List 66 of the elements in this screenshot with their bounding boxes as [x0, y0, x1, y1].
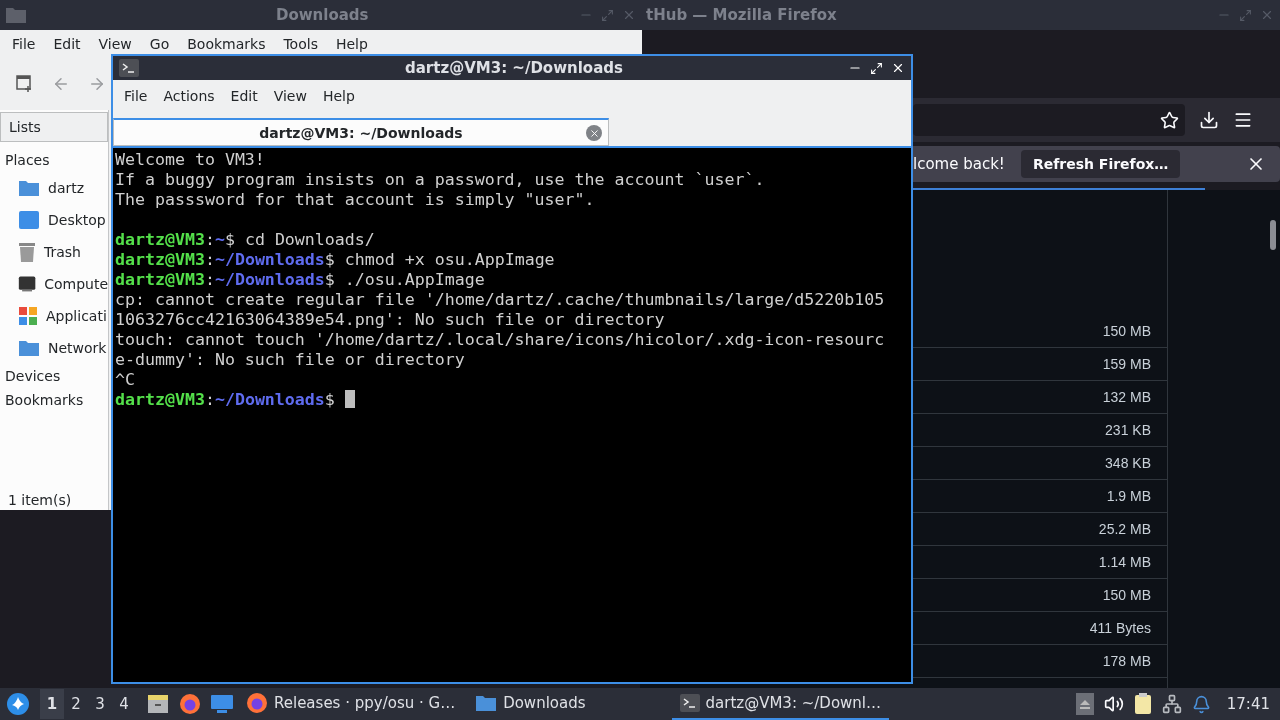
terminal-tab[interactable]: dartz@VM3: ~/Downloads — [113, 118, 609, 146]
menu-item[interactable]: Help — [314, 88, 363, 104]
task-button[interactable]: Releases · ppy/osu · G… — [238, 688, 464, 720]
file-size: 1.9 MB — [1106, 488, 1151, 504]
place-label: dartz — [48, 180, 85, 196]
workspace-button[interactable]: 1 — [40, 689, 64, 719]
window-title: Downloads — [276, 6, 369, 24]
lists-tab[interactable]: Lists — [0, 112, 108, 142]
place-label: Compute — [44, 276, 108, 292]
menu-item[interactable]: Actions — [155, 88, 223, 104]
workspace-button[interactable]: 3 — [88, 689, 112, 719]
menu-item[interactable]: File — [3, 36, 45, 52]
clock[interactable]: 17:41 — [1226, 695, 1270, 713]
section-label[interactable]: Bookmarks — [0, 388, 108, 412]
window-title: dartz@VM3: ~/Downloads — [405, 59, 623, 77]
place-item[interactable]: Network — [0, 332, 108, 364]
notification-message: lcome back! — [913, 155, 1005, 173]
menu-item[interactable]: Edit — [44, 36, 90, 52]
menu-item[interactable]: Tools — [274, 36, 327, 52]
file-size: 150 MB — [1102, 587, 1151, 603]
place-label: Applicati — [46, 308, 107, 324]
menu-item[interactable]: File — [116, 88, 156, 104]
place-item[interactable]: Trash — [0, 236, 108, 268]
terminal-output: ^C — [115, 370, 136, 390]
file-size: 25.2 MB — [1098, 521, 1151, 537]
section-label[interactable]: Devices — [0, 364, 108, 388]
task-button[interactable]: Downloads — [467, 688, 594, 720]
command-line: dartz@VM3:~/Downloads$ — [115, 390, 335, 409]
command-line: dartz@VM3:~$ cd Downloads/ — [115, 230, 375, 249]
file-size: 159 MB — [1102, 356, 1151, 372]
menu-item[interactable]: Bookmarks — [178, 36, 275, 52]
section-label: Places — [4, 151, 51, 170]
terminal-output: The passsword for that account is simply "user". — [115, 190, 596, 210]
terminal-output: touch: cannot touch '/home/dartz/.local/share/icons/hicolor/.xdg-icon-resourc — [115, 330, 886, 350]
place-item[interactable]: Applicati — [0, 300, 108, 332]
command-line: dartz@VM3:~/Downloads$ ./osu.AppImage — [115, 270, 485, 289]
file-size: 150 MB — [1102, 323, 1151, 339]
workspace-button[interactable]: 4 — [112, 689, 136, 719]
place-label: Network — [48, 340, 107, 356]
file-size: 348 KB — [1105, 455, 1151, 471]
refresh-button[interactable]: Refresh Firefox… — [1020, 150, 1181, 178]
place-label: Desktop — [48, 212, 106, 228]
command-line: dartz@VM3:~/Downloads$ chmod +x osu.AppImage — [115, 250, 555, 269]
terminal-output: 1063276cc42163064389e54.png': No such file or directory — [115, 310, 666, 330]
menu-item[interactable]: Go — [140, 36, 179, 52]
file-size: 1.14 MB — [1098, 554, 1151, 570]
menu-item[interactable]: Edit — [222, 88, 266, 104]
task-button[interactable]: dartz@VM3: ~/Downl… — [671, 688, 890, 720]
window-title: tHub — Mozilla Firefox — [646, 6, 837, 24]
terminal-output: cp: cannot create regular file '/home/dartz/.cache/thumbnails/large/d5220b105 — [115, 290, 886, 310]
terminal-output: If a buggy program insists on a password, use the account `user`. — [115, 170, 766, 190]
place-item[interactable]: Compute — [0, 268, 108, 300]
file-size: 411 Bytes — [1089, 620, 1151, 636]
file-size: 231 KB — [1105, 422, 1151, 438]
menu-item[interactable]: View — [89, 36, 141, 52]
workspace-button[interactable]: 2 — [64, 689, 88, 719]
menu-item[interactable]: View — [265, 88, 315, 104]
status-text: 1 item(s) — [7, 492, 73, 510]
place-item[interactable]: dartz — [0, 172, 108, 204]
terminal-output: e-dummy': No such file or directory — [115, 350, 466, 370]
file-size: 178 MB — [1102, 653, 1151, 669]
file-size: 132 MB — [1102, 389, 1151, 405]
place-item[interactable]: Desktop — [0, 204, 108, 236]
menu-item[interactable]: Help — [326, 36, 377, 52]
place-label: Trash — [44, 244, 81, 260]
terminal-output: Welcome to VM3! — [115, 150, 266, 170]
